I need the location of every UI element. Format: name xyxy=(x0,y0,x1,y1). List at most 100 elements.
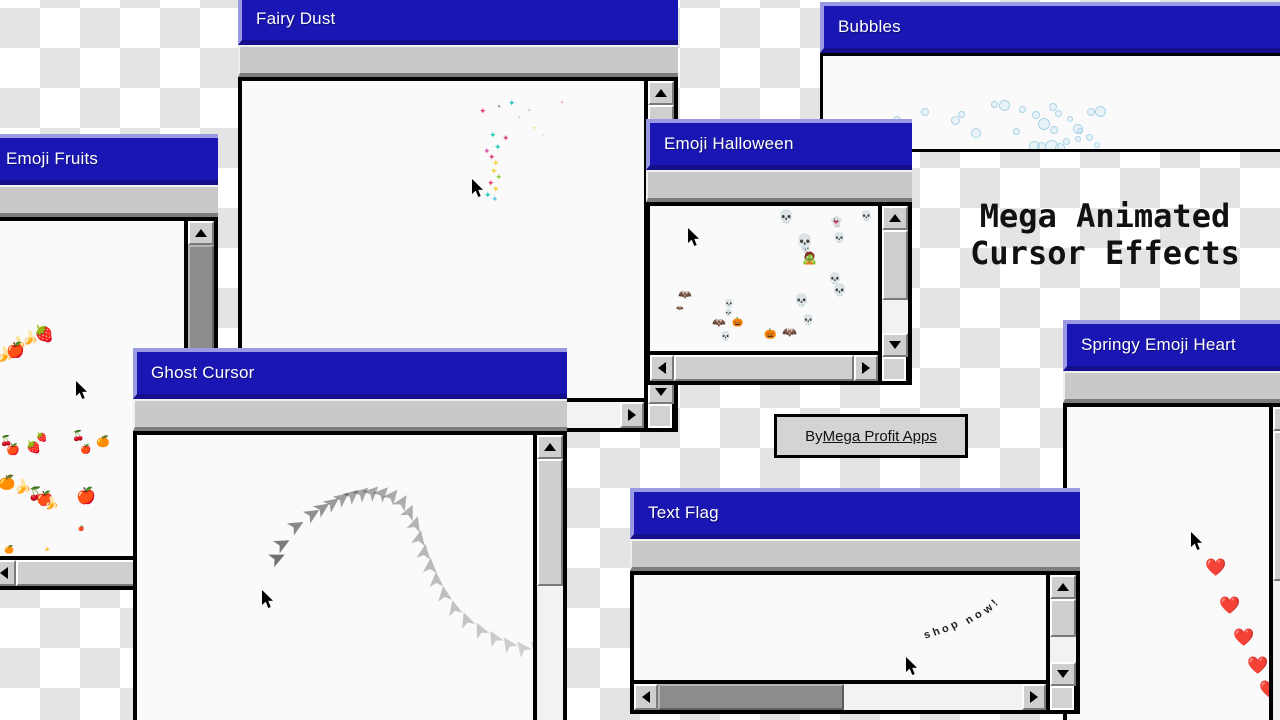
fruit-emoji: 🍓 xyxy=(34,326,54,343)
sparkle-particle: ✦ xyxy=(532,126,538,132)
halloween-emoji: 🦇 xyxy=(676,306,684,312)
sparkle-particle: ✦ xyxy=(497,104,502,110)
scroll-track[interactable] xyxy=(674,355,854,381)
effect-canvas-springy-emoji-heart[interactable]: ❤️ ❤️ ❤️ ❤️ ❤️ xyxy=(1067,407,1269,720)
halloween-emoji: 💀 xyxy=(778,209,795,224)
scroll-right-button[interactable] xyxy=(1022,684,1046,710)
titlebar-springy-emoji-heart[interactable]: Springy Emoji Heart xyxy=(1063,320,1280,371)
scroll-up-button[interactable] xyxy=(188,221,214,245)
byline-link[interactable]: Mega Profit Apps xyxy=(823,428,937,445)
scroll-track[interactable] xyxy=(1273,431,1280,720)
horizontal-scrollbar-emoji-halloween[interactable] xyxy=(650,355,878,381)
scroll-up-button[interactable] xyxy=(882,206,908,230)
arrow-up-icon xyxy=(1057,583,1069,591)
scroll-track[interactable] xyxy=(882,230,908,333)
scroll-thumb[interactable] xyxy=(537,459,563,587)
bubble-particle xyxy=(1077,128,1083,134)
scrollbar-corner xyxy=(648,404,672,428)
sparkle-particle: ✦ xyxy=(517,115,522,121)
sparkle-particle: ✦ xyxy=(490,166,498,176)
heart-emoji: ❤️ xyxy=(1205,558,1227,577)
byline-prefix: By xyxy=(805,427,823,445)
sparkle-particle: ✦ xyxy=(487,178,495,188)
halloween-emoji: 💀 xyxy=(724,310,733,317)
bubble-particle xyxy=(1019,106,1026,113)
bubble-particle xyxy=(1075,136,1081,142)
scroll-thumb[interactable] xyxy=(658,684,844,710)
heart-emoji: ❤️ xyxy=(1233,628,1255,647)
titlebar-bubbles[interactable]: Bubbles xyxy=(820,2,1280,53)
arrow-down-icon xyxy=(889,341,901,349)
halloween-emoji: 🧟 xyxy=(802,251,817,265)
halloween-emoji: 👻 xyxy=(830,217,843,228)
scroll-down-button[interactable] xyxy=(1050,662,1076,686)
vertical-scrollbar-springy-emoji-heart[interactable] xyxy=(1273,407,1280,720)
scroll-left-button[interactable] xyxy=(650,355,674,381)
arrow-down-icon xyxy=(1057,670,1069,678)
sparkle-particle: ✦ xyxy=(491,194,499,204)
fruit-emoji: 🍌 xyxy=(44,496,59,510)
scroll-up-button[interactable] xyxy=(1273,407,1280,431)
headline-line-1: Mega Animated xyxy=(979,197,1231,235)
titlebar-ghost-cursor[interactable]: Ghost Cursor xyxy=(133,348,567,399)
scroll-right-button[interactable] xyxy=(854,355,878,381)
halloween-emoji: 💀 xyxy=(794,293,809,307)
sparkle-particle: ✦ xyxy=(483,146,491,156)
sparkle-particle: ✦ xyxy=(492,184,500,194)
scroll-left-button[interactable] xyxy=(634,684,658,710)
halloween-emoji: 💀 xyxy=(796,233,814,249)
fruit-emoji: 🍎 xyxy=(80,444,92,454)
effect-canvas-ghost-cursor[interactable]: ➤ ➤ ➤ ➤ ➤ ➤ ➤ ➤ ➤ ➤ ➤ ➤ ➤ ➤ ➤ ➤ ➤ ➤ ➤ ➤ … xyxy=(137,435,533,720)
sparkle-particle: ✦ xyxy=(494,142,502,152)
effect-canvas-emoji-halloween[interactable]: 💀 👻 💀 💀 💀 💀 🧟 💀 💀 💀 👻 🦇 🦇 💀 xyxy=(650,206,878,351)
arrow-up-icon xyxy=(544,443,556,451)
sparkle-particle: ✦ xyxy=(560,100,565,106)
bubble-particle xyxy=(1013,128,1020,135)
window-ghost-cursor[interactable]: Ghost Cursor ➤ ➤ ➤ ➤ ➤ ➤ ➤ ➤ ➤ ➤ ➤ ➤ ➤ ➤… xyxy=(133,348,567,720)
sparkle-particle: ✦ xyxy=(541,133,546,139)
scroll-down-button[interactable] xyxy=(882,333,908,357)
scroll-up-button[interactable] xyxy=(1050,575,1076,599)
sparkle-particle: ✦ xyxy=(508,98,516,108)
byline-button[interactable]: By Mega Profit Apps xyxy=(774,414,968,458)
window-title: Bubbles xyxy=(838,17,901,36)
bubble-particle xyxy=(921,108,929,116)
titlebar-fairy-dust[interactable]: Fairy Dust xyxy=(238,0,678,45)
scroll-thumb[interactable] xyxy=(1273,431,1280,582)
bubble-particle xyxy=(1038,118,1050,130)
arrow-right-icon xyxy=(628,409,636,421)
scroll-up-button[interactable] xyxy=(648,81,674,105)
window-springy-emoji-heart[interactable]: Springy Emoji Heart ❤️ ❤️ ❤️ ❤️ ❤️ xyxy=(1063,320,1280,720)
sparkle-particle: ✦ xyxy=(492,158,500,168)
arrow-left-icon xyxy=(642,691,650,703)
bubble-particle xyxy=(1086,134,1093,141)
halloween-emoji: 🦇 xyxy=(782,325,797,339)
halloween-emoji: 🦇 xyxy=(712,317,726,329)
scroll-thumb[interactable] xyxy=(1050,599,1076,637)
titlebar-text-flag[interactable]: Text Flag xyxy=(630,488,1080,539)
scroll-left-button[interactable] xyxy=(0,560,16,586)
scroll-track[interactable] xyxy=(658,684,1022,710)
horizontal-scrollbar-text-flag[interactable] xyxy=(634,684,1046,710)
sparkle-particle: ✦ xyxy=(502,133,510,143)
scroll-right-button[interactable] xyxy=(620,402,644,428)
vertical-scrollbar-ghost-cursor[interactable] xyxy=(537,435,563,720)
titlebar-emoji-halloween[interactable]: Emoji Halloween xyxy=(646,119,912,170)
bubble-particle xyxy=(1087,108,1095,116)
window-title: Emoji Fruits xyxy=(6,149,99,168)
vertical-scrollbar-text-flag[interactable] xyxy=(1050,575,1076,710)
scroll-thumb[interactable] xyxy=(674,355,854,381)
scroll-thumb[interactable] xyxy=(882,230,908,301)
window-text-flag[interactable]: Text Flag s h o p n o w ! xyxy=(630,488,1080,714)
window-emoji-halloween[interactable]: Emoji Halloween 💀 👻 💀 💀 💀 💀 🧟 💀 💀 💀 🦇 🦇 … xyxy=(646,119,912,385)
headline-line-2: Cursor Effects xyxy=(970,234,1240,273)
effect-canvas-text-flag[interactable]: s h o p n o w ! xyxy=(634,575,1046,680)
titlebar-emoji-fruits[interactable]: Emoji Fruits xyxy=(0,134,218,185)
halloween-emoji: 💀 xyxy=(833,233,846,244)
vertical-scrollbar-emoji-halloween[interactable] xyxy=(882,206,908,381)
scroll-track[interactable] xyxy=(1050,599,1076,662)
scroll-up-button[interactable] xyxy=(537,435,563,459)
bubble-particle xyxy=(991,101,998,108)
scroll-track[interactable] xyxy=(537,459,563,720)
arrow-left-icon xyxy=(658,362,666,374)
